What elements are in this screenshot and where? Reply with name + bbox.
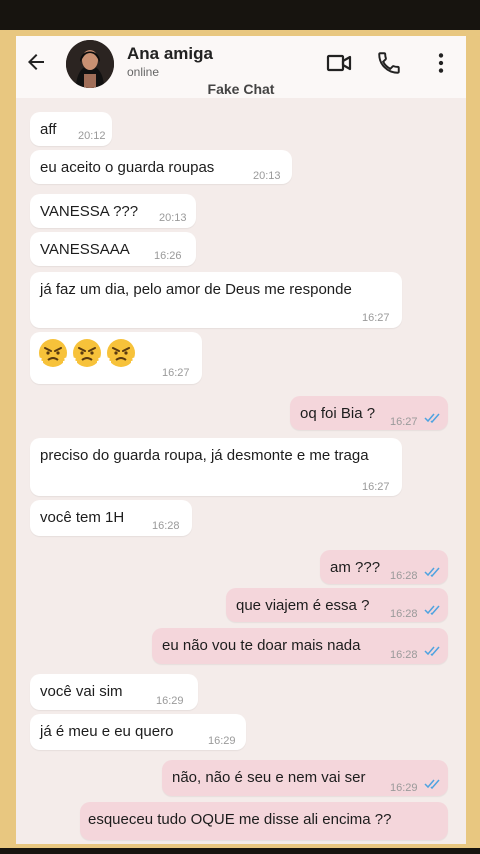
message-bubble[interactable]: aff 20:12 xyxy=(30,112,112,146)
message-text: preciso do guarda roupa, já desmonte e m… xyxy=(40,447,369,464)
message-bubble[interactable]: já é meu e eu quero 16:29 xyxy=(30,714,246,750)
message-text: não, não é seu e nem vai ser xyxy=(172,769,366,786)
message-text: am ??? xyxy=(330,559,381,576)
message-time: 16:27 xyxy=(390,416,418,428)
message-bubble[interactable]: VANESSA ??? 20:13 xyxy=(30,194,196,228)
message-text: VANESSA ??? xyxy=(40,203,139,220)
message-text: já faz um dia, pelo amor de Deus me resp… xyxy=(40,281,352,298)
message-text: já é meu e eu quero xyxy=(40,723,174,740)
message-text: que viajem é essa ? xyxy=(236,597,370,614)
double-check-icon xyxy=(424,567,440,577)
message-bubble[interactable]: 16:27 xyxy=(30,332,202,384)
message-bubble[interactable]: já faz um dia, pelo amor de Deus me resp… xyxy=(30,272,402,328)
message-time: 16:28 xyxy=(390,570,418,582)
contact-status: online xyxy=(127,65,160,79)
double-check-icon xyxy=(424,413,440,423)
chat-header: Ana amiga online Fake Chat xyxy=(16,36,466,98)
chat-screen: Ana amiga online Fake Chat aff 20:12 eu … xyxy=(16,36,466,844)
double-check-icon xyxy=(424,646,440,656)
message-text: aff xyxy=(40,121,57,138)
message-bubble[interactable]: VANESSAAA 16:26 xyxy=(30,232,196,266)
message-time: 16:27 xyxy=(162,367,190,379)
double-check-icon xyxy=(424,779,440,789)
message-bubble[interactable]: você tem 1H 16:28 xyxy=(30,500,192,536)
message-time: 20:13 xyxy=(253,170,281,182)
message-text: esqueceu tudo OQUE me disse ali encima ?… xyxy=(88,811,392,828)
message-time: 20:13 xyxy=(159,212,187,224)
message-text: eu não vou te doar mais nada xyxy=(162,637,361,654)
message-bubble[interactable]: você vai sim 16:29 xyxy=(30,674,198,710)
message-bubble-outgoing[interactable]: que viajem é essa ? 16:28 xyxy=(226,588,448,622)
message-time: 16:29 xyxy=(156,695,184,707)
message-time: 16:28 xyxy=(390,649,418,661)
phone-icon[interactable] xyxy=(376,50,402,76)
message-time: 16:28 xyxy=(152,520,180,532)
message-text: você tem 1H xyxy=(40,509,125,526)
message-text: oq foi Bia ? xyxy=(300,405,376,422)
message-time: 16:29 xyxy=(390,782,418,794)
fake-chat-label: Fake Chat xyxy=(207,81,275,97)
more-vert-icon[interactable] xyxy=(428,50,454,76)
message-bubble[interactable]: preciso do guarda roupa, já desmonte e m… xyxy=(30,438,402,496)
angry-face-icon xyxy=(39,339,67,367)
message-bubble-outgoing[interactable]: am ??? 16:28 xyxy=(320,550,448,584)
message-text: eu aceito o guarda roupas xyxy=(40,159,215,176)
message-bubble[interactable]: eu aceito o guarda roupas 20:13 xyxy=(30,150,292,184)
message-time: 20:12 xyxy=(78,130,106,142)
back-arrow-icon[interactable] xyxy=(24,50,48,74)
message-time: 16:26 xyxy=(154,250,182,262)
message-bubble-outgoing[interactable]: não, não é seu e nem vai ser 16:29 xyxy=(162,760,448,796)
video-call-icon[interactable] xyxy=(326,50,352,76)
message-time: 16:27 xyxy=(362,312,390,324)
message-time: 16:29 xyxy=(208,735,236,747)
angry-face-icon xyxy=(107,339,135,367)
message-bubble-outgoing[interactable]: oq foi Bia ? 16:27 xyxy=(290,396,448,430)
message-bubble-outgoing[interactable]: eu não vou te doar mais nada 16:28 xyxy=(152,628,448,664)
message-text: você vai sim xyxy=(40,683,123,700)
message-time: 16:27 xyxy=(362,481,390,493)
contact-name[interactable]: Ana amiga xyxy=(127,44,213,64)
double-check-icon xyxy=(424,605,440,615)
message-time: 16:28 xyxy=(390,608,418,620)
message-text: VANESSAAA xyxy=(40,241,130,258)
message-bubble-outgoing[interactable]: esqueceu tudo OQUE me disse ali encima ?… xyxy=(80,802,448,840)
angry-face-icon xyxy=(73,339,101,367)
